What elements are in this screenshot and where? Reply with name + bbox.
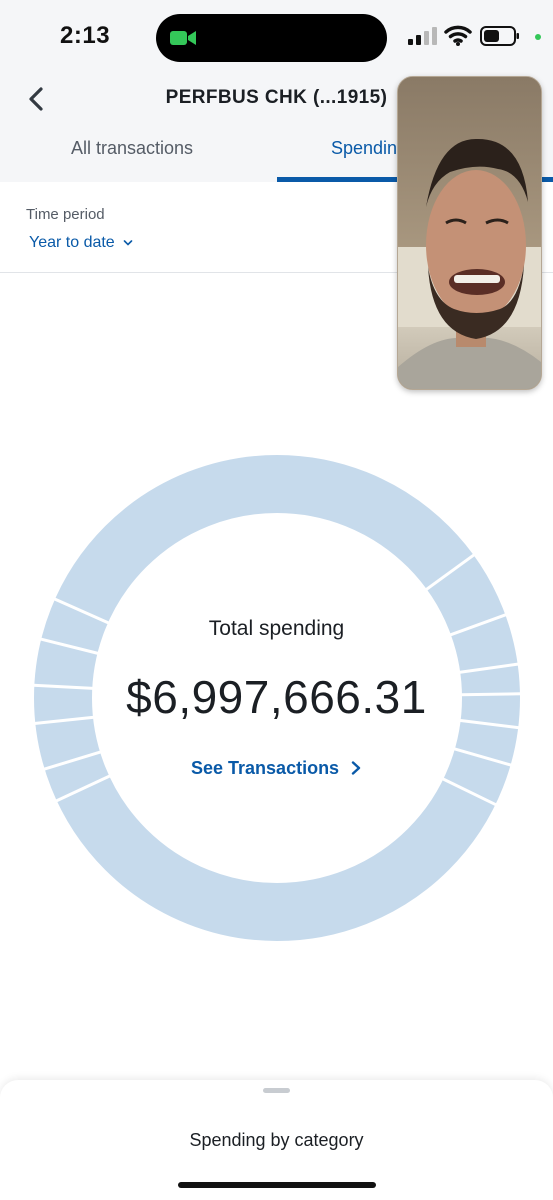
facetime-camera-icon bbox=[170, 31, 196, 45]
sheet-grabber-handle[interactable] bbox=[263, 1088, 290, 1093]
see-transactions-label: See Transactions bbox=[191, 758, 340, 778]
status-time: 2:13 bbox=[60, 22, 111, 49]
wifi-icon bbox=[444, 25, 472, 46]
tab-spending[interactable]: Spendin bbox=[331, 138, 397, 159]
sheet-title: Spending by category bbox=[189, 1130, 364, 1150]
tab-all-transactions[interactable]: All transactions bbox=[71, 138, 193, 159]
chevron-right-icon bbox=[351, 761, 361, 775]
cellular-signal-icon bbox=[408, 27, 437, 45]
status-bar: 2:13 bbox=[0, 0, 553, 75]
battery-icon bbox=[480, 26, 519, 46]
home-indicator[interactable] bbox=[178, 1182, 376, 1188]
time-period-value: Year to date bbox=[29, 234, 115, 251]
chevron-down-icon bbox=[123, 239, 133, 246]
dynamic-island[interactable] bbox=[156, 14, 387, 62]
spending-chart-area: Total spending $6,997,666.31 See Transac… bbox=[0, 272, 553, 1080]
video-frame-image bbox=[398, 77, 541, 389]
see-transactions-link[interactable]: See Transactions bbox=[191, 758, 362, 779]
camera-in-use-indicator bbox=[535, 34, 541, 40]
time-period-dropdown[interactable]: Year to date bbox=[29, 234, 133, 252]
total-spending-amount: $6,997,666.31 bbox=[126, 671, 427, 723]
facetime-video-pip[interactable] bbox=[397, 76, 542, 390]
time-period-label: Time period bbox=[26, 206, 105, 223]
total-spending-label: Total spending bbox=[208, 617, 345, 640]
